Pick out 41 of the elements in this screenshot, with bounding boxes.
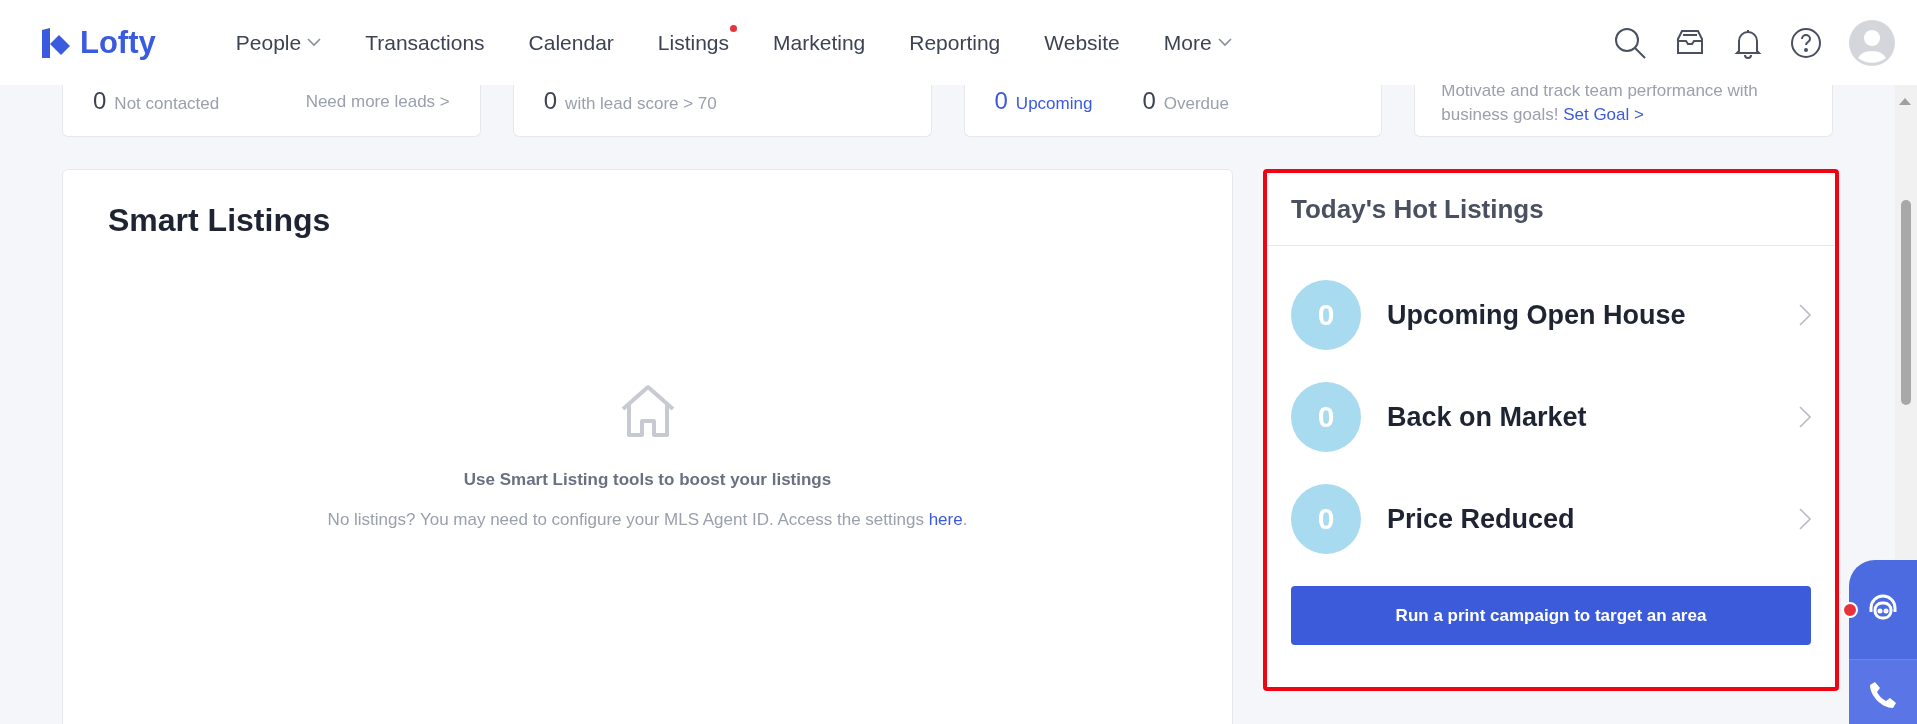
stat-count: 0 <box>93 87 107 115</box>
nav-link[interactable]: Marketing <box>751 20 888 65</box>
house-icon <box>619 384 676 438</box>
stat-count: 0 <box>994 87 1008 115</box>
listing-category-link[interactable]: Back on Market <box>1387 401 1799 433</box>
count-badge: 0 <box>1291 484 1361 554</box>
notification-dot <box>730 24 738 32</box>
scrollbar-thumb[interactable] <box>1901 200 1911 405</box>
nav-link[interactable]: Transactions <box>343 20 507 65</box>
print-campaign-button[interactable]: Run a print campaign to target an area <box>1291 586 1811 645</box>
chevron-down-icon <box>307 38 322 47</box>
phone-icon <box>1868 680 1898 710</box>
logo-icon <box>42 27 72 58</box>
stat-label: Upcoming <box>1015 94 1093 114</box>
stat-count: 0 <box>543 87 558 115</box>
nav-link[interactable]: More <box>1141 20 1254 65</box>
stat-count: 0 <box>1142 87 1156 115</box>
panel-title: Today's Hot Listings <box>1267 173 1835 246</box>
settings-link[interactable]: here <box>928 510 963 529</box>
nav-link[interactable]: Calendar <box>506 20 636 65</box>
empty-state-title: Use Smart Listing tools to boost your listings <box>463 470 832 490</box>
phone-button[interactable] <box>1849 660 1917 724</box>
stat-label: with lead score > 70 <box>565 94 717 114</box>
nav-link[interactable]: Website <box>1022 20 1142 65</box>
listing-category-link[interactable]: Price Reduced <box>1387 503 1799 535</box>
listing-category-link[interactable]: Upcoming Open House <box>1387 299 1799 331</box>
set-goal-link[interactable]: Set Goal > <box>1563 105 1644 124</box>
count-badge: 0 <box>1291 382 1361 452</box>
nav-link[interactable]: People <box>213 20 344 65</box>
chevron-down-icon <box>1217 38 1232 47</box>
support-chat-button[interactable] <box>1849 560 1917 660</box>
help-icon[interactable] <box>1790 26 1822 59</box>
nav-link[interactable]: Listings <box>635 20 752 65</box>
stat-label: Not contacted <box>114 94 220 114</box>
nav-link[interactable]: Reporting <box>887 20 1023 65</box>
logo-text: Lofty <box>80 24 156 61</box>
panel-title: Smart Listings <box>108 202 331 239</box>
empty-state-text: No listings? You may need to configure your MLS Agent ID. Access the settings here. <box>327 510 968 530</box>
search-icon[interactable] <box>1613 25 1647 60</box>
count-badge: 0 <box>1291 280 1361 350</box>
stat-label: Overdue <box>1163 94 1229 114</box>
